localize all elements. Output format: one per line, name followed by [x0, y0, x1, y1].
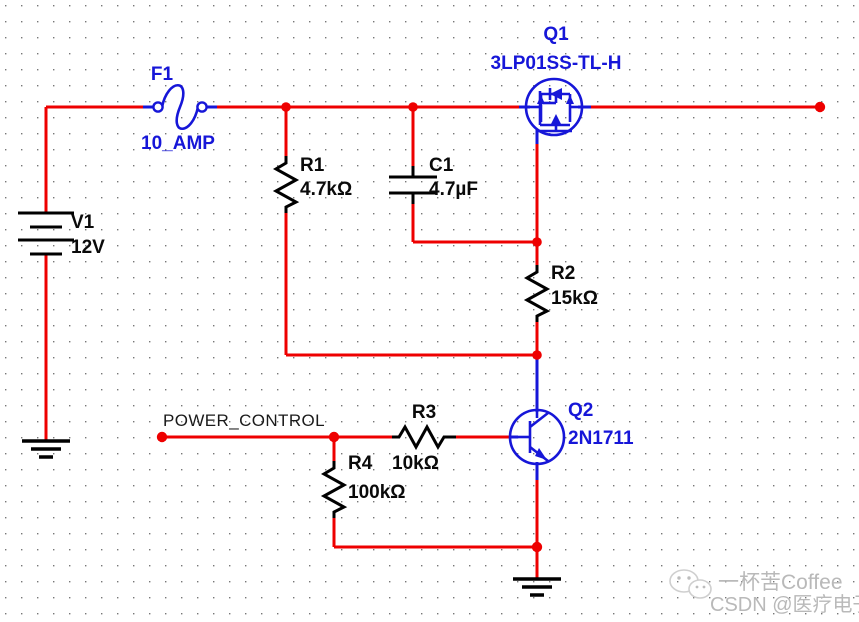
circuit-schematic-drawing: V1 12V F1 10_AMP R1 4.7kΩ C1 4.7µF Q1 3L…	[0, 0, 859, 622]
label-c1-ref: C1	[429, 155, 454, 176]
label-r1-value: 4.7kΩ	[300, 179, 352, 200]
watermark-line-1: 一杯苦Coffee	[718, 571, 843, 594]
label-r4-value: 100kΩ	[348, 482, 406, 503]
label-r2-ref: R2	[551, 263, 575, 284]
label-q1-ref: Q1	[543, 24, 569, 45]
label-f1-ref: F1	[151, 64, 174, 85]
label-r4-ref: R4	[348, 453, 373, 474]
label-v1-value: 12V	[71, 237, 105, 258]
label-r2-value: 15kΩ	[551, 288, 598, 309]
label-q1-value: 3LP01SS-TL-H	[491, 53, 622, 74]
label-r3-ref: R3	[412, 402, 436, 423]
schematic-canvas: V1 12V F1 10_AMP R1 4.7kΩ C1 4.7µF Q1 3L…	[0, 0, 859, 622]
label-c1-value: 4.7µF	[429, 179, 478, 200]
net-label-power-control: POWER_CONTROL	[163, 411, 325, 430]
watermark-line-2: CSDN @医疗电子	[710, 593, 859, 616]
label-r3-value: 10kΩ	[392, 453, 439, 474]
label-q2-value: 2N1711	[568, 428, 634, 449]
label-f1-value: 10_AMP	[141, 133, 215, 154]
label-q2-ref: Q2	[568, 400, 593, 421]
grid-background	[0, 0, 859, 622]
label-r1-ref: R1	[300, 155, 325, 176]
label-v1-ref: V1	[71, 212, 95, 233]
